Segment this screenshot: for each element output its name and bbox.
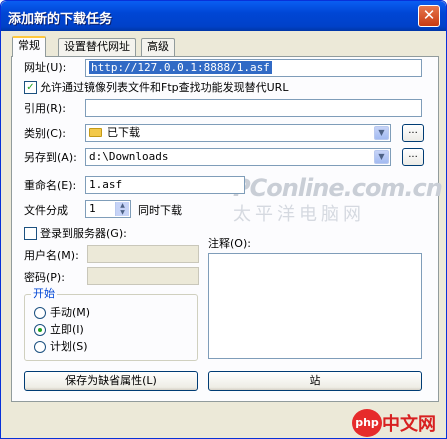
start-scheduled-radio[interactable] [34, 341, 46, 353]
php-logo-text: 中文网 [382, 414, 436, 435]
start-download-button[interactable]: 站 [208, 371, 422, 391]
referer-label: 引用(R): [24, 102, 66, 115]
category-browse-button[interactable]: ... [402, 124, 424, 142]
category-select[interactable]: 已下载 ▼ [85, 124, 391, 142]
password-input[interactable] [87, 267, 199, 285]
start-manual-label: 手动(M) [50, 306, 91, 319]
chevron-down-icon[interactable]: ▼ [374, 126, 389, 140]
start-group-title: 开始 [31, 287, 57, 300]
username-label: 用户名(M): [24, 249, 79, 262]
category-label: 类别(C): [24, 127, 66, 140]
pconline-watermark: PConline.com.cn [233, 174, 443, 202]
folder-icon [89, 128, 102, 137]
split-label: 文件分成 [24, 204, 68, 217]
radio-selected-dot [38, 328, 42, 332]
save-to-browse-button[interactable]: ... [402, 148, 424, 166]
start-scheduled-label: 计划(S) [50, 340, 88, 353]
save-to-value: d:\Downloads [89, 150, 169, 163]
download-dialog-window: 添加新的下载任务 ✕ 常规 设置替代网址 高级 网址(U): http://12… [0, 0, 447, 439]
comment-textarea[interactable] [208, 253, 422, 359]
close-button[interactable]: ✕ [418, 5, 440, 27]
rename-input[interactable]: 1.asf [85, 176, 245, 194]
comment-label: 注释(O): [208, 237, 251, 250]
login-checkbox-label: 登录到服务器(G): [40, 227, 127, 240]
save-to-label: 另存到(A): [24, 151, 77, 164]
tab-general[interactable]: 常规 [12, 36, 46, 57]
login-checkbox[interactable] [24, 227, 37, 240]
split-spinner[interactable]: 1 ▲ ▼ [85, 200, 131, 218]
php-cn-logo: php 中文网 [352, 398, 447, 439]
spinner-arrows-icon[interactable]: ▲ ▼ [115, 202, 129, 216]
rename-label: 重命名(E): [24, 179, 77, 192]
chevron-down-icon[interactable]: ▼ [374, 150, 389, 164]
mirror-checkbox-label: 允许通过镜像列表文件和Ftp查找功能发现替代URL [40, 81, 289, 94]
referer-input[interactable] [85, 99, 422, 117]
url-label: 网址(U): [24, 61, 67, 74]
start-immediate-radio[interactable] [34, 324, 46, 336]
username-input[interactable] [87, 245, 199, 263]
mirror-checkbox[interactable]: ✓ [24, 81, 37, 94]
start-manual-radio[interactable] [34, 307, 46, 319]
tab-alternate-urls[interactable]: 设置替代网址 [58, 38, 136, 56]
save-as-default-button[interactable]: 保存为缺省属性(L) [24, 371, 198, 391]
php-logo-icon: php [352, 409, 382, 437]
url-input[interactable]: http://127.0.0.1:8888/1.asf [85, 59, 422, 77]
password-label: 密码(P): [24, 271, 65, 284]
category-value: 已下载 [107, 126, 140, 139]
pconline-watermark-cn: 太平洋电脑网 [233, 204, 365, 225]
url-value: http://127.0.0.1:8888/1.asf [89, 61, 272, 74]
start-immediate-label: 立即(I) [50, 323, 84, 336]
save-to-select[interactable]: d:\Downloads ▼ [85, 148, 391, 166]
tab-advanced[interactable]: 高级 [141, 38, 175, 56]
title-bar[interactable]: 添加新的下载任务 ✕ [1, 1, 446, 31]
split-value: 1 [89, 202, 96, 215]
window-title: 添加新的下载任务 [8, 12, 113, 27]
split-suffix-label: 同时下载 [138, 204, 182, 217]
